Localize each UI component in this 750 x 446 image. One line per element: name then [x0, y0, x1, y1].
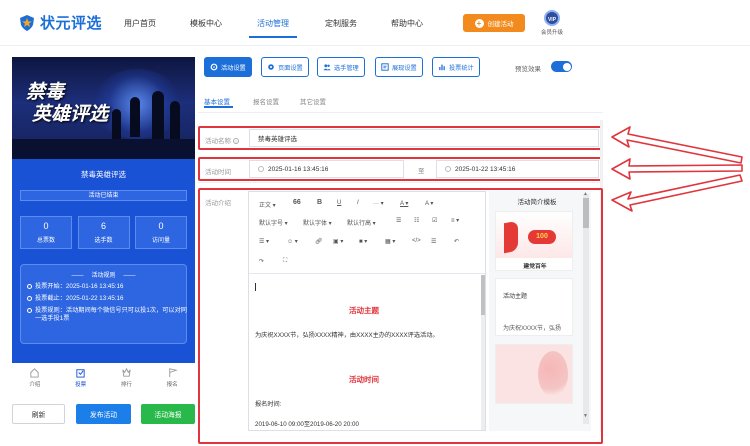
rules-title: 活动规则 — [91, 273, 116, 279]
rank-icon — [122, 367, 131, 377]
annotation-arrows — [611, 126, 743, 212]
rules-heading: —— 活动规则 —— — [21, 270, 186, 279]
nav-item-template-center[interactable]: 模板中心 — [190, 18, 222, 29]
divider — [198, 182, 603, 183]
rule-vote-end: 投票截止：2025-01-22 13:45:16 — [27, 295, 186, 303]
nav-item-custom-service[interactable]: 定制服务 — [325, 18, 357, 29]
rule-vote-start: 投票开始：2025-01-16 13:45:16 — [27, 283, 186, 291]
activity-rules-panel: —— 活动规则 —— 投票开始：2025-01-16 13:45:16 投票截止：2… — [20, 264, 187, 344]
nav-item-activity-management[interactable]: 活动管理 — [257, 18, 289, 29]
figure-silhouette — [130, 97, 140, 137]
flag-icon — [168, 368, 178, 378]
stat-value: 0 — [43, 221, 49, 231]
nav-item-user-home[interactable]: 用户首页 — [124, 18, 156, 29]
preview-stats: 0 总票数 6 选手数 0 访问量 — [20, 216, 187, 250]
stat-value: 0 — [158, 221, 164, 231]
nav-item-help-center[interactable]: 帮助中心 — [391, 18, 423, 29]
preview-banner: 禁毒 英雄评选 — [12, 57, 195, 159]
mobile-preview: 禁毒 英雄评选 禁毒英雄评选 活动已结束 0 总票数 6 选手数 0 访问量 —… — [12, 57, 195, 393]
banner-title: 禁毒 英雄评选 — [26, 81, 108, 125]
tab-signup[interactable]: 报名 — [149, 363, 195, 393]
banner-title-line1: 禁毒 — [26, 81, 65, 103]
stat-contestants: 6 选手数 — [77, 216, 130, 249]
tab-vote[interactable]: 投票 — [58, 363, 104, 393]
figure-silhouette — [170, 101, 180, 139]
chart-icon — [439, 64, 445, 71]
divider — [198, 112, 603, 113]
stat-label: 访问量 — [151, 238, 170, 244]
stat-label: 选手数 — [94, 238, 113, 244]
refresh-button[interactable]: 刷新 — [12, 404, 65, 424]
preview-actions: 刷新 发布活动 活动海报 — [12, 404, 195, 424]
banner-ground — [12, 139, 195, 159]
highlight-box-intro — [198, 188, 603, 444]
toggle-knob — [562, 62, 571, 71]
users-icon — [323, 64, 331, 71]
rule-vote-policy: 投票规则：活动期间每个微信号只可以投1次，可以对同一选手投1票 — [27, 307, 187, 323]
vote-statistics-button[interactable]: 投票统计 — [432, 57, 480, 77]
vip-upgrade[interactable]: VIP 会员升级 — [536, 10, 568, 36]
arrow-icon — [611, 126, 743, 212]
stat-label: 总票数 — [36, 238, 55, 244]
banner-title-line2: 英雄评选 — [32, 103, 109, 125]
preview-effect-toggle[interactable] — [551, 61, 572, 72]
subtab-active-indicator — [204, 106, 233, 108]
preview-effect-label: 预览效果 — [515, 66, 541, 73]
tab-other-settings[interactable]: 其它设置 — [300, 96, 326, 106]
activity-status-badge: 活动已结束 — [20, 190, 187, 201]
plus-icon: + — [474, 18, 484, 28]
brand-logo[interactable]: 状元评选 — [18, 12, 102, 33]
vote-icon — [76, 369, 85, 378]
gear-icon — [210, 63, 218, 71]
activity-settings-button[interactable]: 活动设置 — [204, 57, 252, 77]
layout-icon — [381, 63, 389, 71]
stat-total-votes: 0 总票数 — [20, 216, 72, 249]
highlight-box-name — [198, 126, 603, 150]
vip-badge-icon: VIP — [544, 10, 560, 26]
highlight-box-time — [198, 157, 603, 181]
create-activity-button[interactable]: + 创建活动 — [463, 14, 525, 32]
brand-name: 状元评选 — [40, 15, 103, 32]
vip-upgrade-label: 会员升级 — [540, 30, 563, 36]
create-activity-label: 创建活动 — [487, 21, 514, 28]
poster-button[interactable]: 活动海报 — [141, 404, 195, 424]
tab-intro[interactable]: 介绍 — [12, 363, 58, 393]
contestant-management-button[interactable]: 选手管理 — [317, 57, 365, 77]
tab-rank[interactable]: 排行 — [104, 363, 150, 393]
publish-button[interactable]: 发布活动 — [76, 404, 131, 424]
figure-silhouette — [152, 91, 164, 139]
shield-star-icon — [18, 14, 36, 32]
clock-icon — [27, 307, 32, 313]
home-icon — [30, 368, 39, 378]
nav-active-indicator — [249, 36, 297, 38]
stat-visits: 0 访问量 — [135, 216, 187, 249]
clock-icon — [27, 295, 32, 301]
stat-value: 6 — [100, 221, 106, 231]
figure-silhouette — [112, 109, 121, 139]
tab-basic-settings[interactable]: 基本设置 — [204, 96, 230, 106]
clock-icon — [27, 283, 32, 289]
top-navigation-bar: 状元评选 用户首页 模板中心 活动管理 定制服务 帮助中心 + 创建活动 VIP… — [0, 0, 750, 46]
tab-signup-settings[interactable]: 报名设置 — [253, 96, 279, 106]
preview-tabbar: 介绍 投票 排行 报名 — [12, 363, 195, 393]
page-settings-button[interactable]: 页面设置 — [261, 57, 309, 77]
display-settings-button[interactable]: 展现设置 — [375, 57, 423, 77]
settings-icon — [268, 64, 274, 70]
preview-activity-title: 禁毒英雄评选 — [81, 170, 126, 179]
